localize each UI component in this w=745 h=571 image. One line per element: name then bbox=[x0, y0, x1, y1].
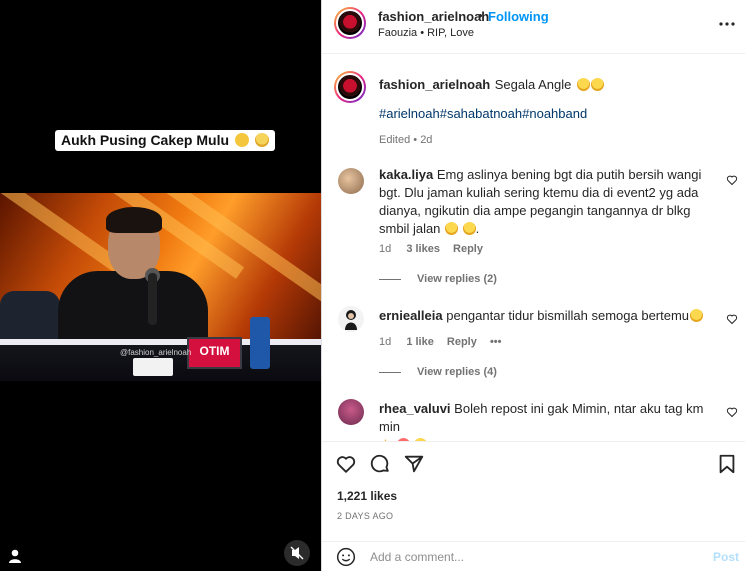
post-caption: fashion_arielnoah Segala Angle bbox=[379, 76, 719, 94]
comment-meta: 1d 3 likes Reply bbox=[379, 243, 483, 255]
video-caption-text: Aukh Pusing Cakep Mulu bbox=[61, 132, 230, 148]
comment-username[interactable]: erniealleia bbox=[379, 308, 443, 323]
post-date: 2 DAYS AGO bbox=[337, 511, 394, 521]
comment-like-icon[interactable] bbox=[726, 174, 738, 186]
add-comment-bar: Post bbox=[322, 541, 745, 571]
commenter-avatar[interactable] bbox=[338, 399, 364, 425]
post-actions: 1,221 likes 2 DAYS AGO bbox=[322, 441, 745, 541]
mute-icon bbox=[290, 546, 304, 560]
comment-meta: 1d 1 like Reply ••• bbox=[379, 336, 502, 348]
mute-button[interactable] bbox=[284, 540, 310, 566]
comment-body: erniealleia pengantar tidur bismillah se… bbox=[379, 307, 714, 325]
comment-likes-count[interactable]: 1 like bbox=[406, 336, 434, 348]
emoji-picker-icon[interactable] bbox=[336, 547, 356, 567]
comment-body: rhea_valuvi Boleh repost ini gak Mimin, … bbox=[379, 400, 714, 441]
more-options-icon[interactable] bbox=[718, 15, 736, 33]
post-header: fashion_arielnoah • Following Faouzia • … bbox=[322, 0, 745, 54]
comment-like-icon[interactable] bbox=[726, 406, 738, 418]
emoji-icon bbox=[462, 222, 476, 235]
author-avatar[interactable] bbox=[334, 7, 366, 39]
view-replies-button[interactable]: View replies (4) bbox=[379, 366, 497, 378]
author-username[interactable]: fashion_arielnoah bbox=[378, 9, 489, 24]
following-button[interactable]: Following bbox=[488, 9, 549, 24]
add-comment-input[interactable] bbox=[370, 548, 670, 566]
user-icon[interactable] bbox=[6, 547, 24, 565]
reply-button[interactable]: Reply bbox=[447, 336, 477, 348]
emoji-icon bbox=[690, 309, 704, 322]
caption-hashtags[interactable]: #arielnoah#sahabatnoah#noahband bbox=[379, 106, 587, 121]
post-side-panel: fashion_arielnoah • Following Faouzia • … bbox=[321, 0, 745, 571]
comment-like-icon[interactable] bbox=[726, 313, 738, 325]
header-separator: • bbox=[478, 8, 483, 23]
comment-bubble-icon[interactable] bbox=[369, 453, 391, 475]
like-heart-icon[interactable] bbox=[335, 453, 357, 475]
emoji-icon bbox=[590, 78, 604, 91]
desk-screen: OTIM bbox=[187, 337, 242, 369]
comment-likes-count[interactable]: 3 likes bbox=[406, 243, 440, 255]
comment-body: kaka.liya Emg aslinya bening bgt dia put… bbox=[379, 167, 702, 236]
video-watermark: @fashion_arielnoah bbox=[120, 348, 192, 357]
caption-author-avatar[interactable] bbox=[334, 71, 366, 103]
comment-username[interactable]: kaka.liya bbox=[379, 167, 433, 182]
comment-username[interactable]: rhea_valuvi bbox=[379, 401, 451, 416]
video-frame: OTIM @fashion_arielnoah bbox=[0, 193, 321, 381]
exploding-head-emoji-icon bbox=[234, 133, 249, 147]
caption-meta: Edited • 2d bbox=[379, 134, 433, 146]
caption-text: Segala Angle bbox=[494, 77, 572, 92]
likes-count[interactable]: 1,221 likes bbox=[337, 489, 397, 503]
audio-subtitle[interactable]: Faouzia • RIP, Love bbox=[378, 27, 474, 39]
commenter-avatar[interactable] bbox=[338, 306, 364, 332]
comment-text: pengantar tidur bismillah semoga bertemu bbox=[446, 308, 690, 323]
post-video[interactable]: Aukh Pusing Cakep Mulu OTIM @fashion_ari… bbox=[0, 0, 321, 571]
share-paper-plane-icon[interactable] bbox=[403, 453, 425, 475]
microphone-shape bbox=[148, 273, 157, 325]
bottle-shape bbox=[250, 317, 270, 369]
caption-username[interactable]: fashion_arielnoah bbox=[379, 77, 490, 92]
smiling-emoji-icon bbox=[254, 133, 269, 147]
emoji-icon bbox=[445, 222, 459, 235]
video-caption-chip: Aukh Pusing Cakep Mulu bbox=[55, 130, 275, 151]
commenter-avatar[interactable] bbox=[338, 168, 364, 194]
reply-button[interactable]: Reply bbox=[453, 243, 483, 255]
save-bookmark-icon[interactable] bbox=[716, 453, 738, 475]
comments-list[interactable]: fashion_arielnoah Segala Angle #arielnoa… bbox=[322, 55, 745, 441]
emoji-icon bbox=[576, 78, 590, 91]
comment-more-options[interactable]: ••• bbox=[490, 336, 502, 348]
view-replies-button[interactable]: View replies (2) bbox=[379, 273, 497, 285]
post-comment-button[interactable]: Post bbox=[713, 550, 739, 564]
